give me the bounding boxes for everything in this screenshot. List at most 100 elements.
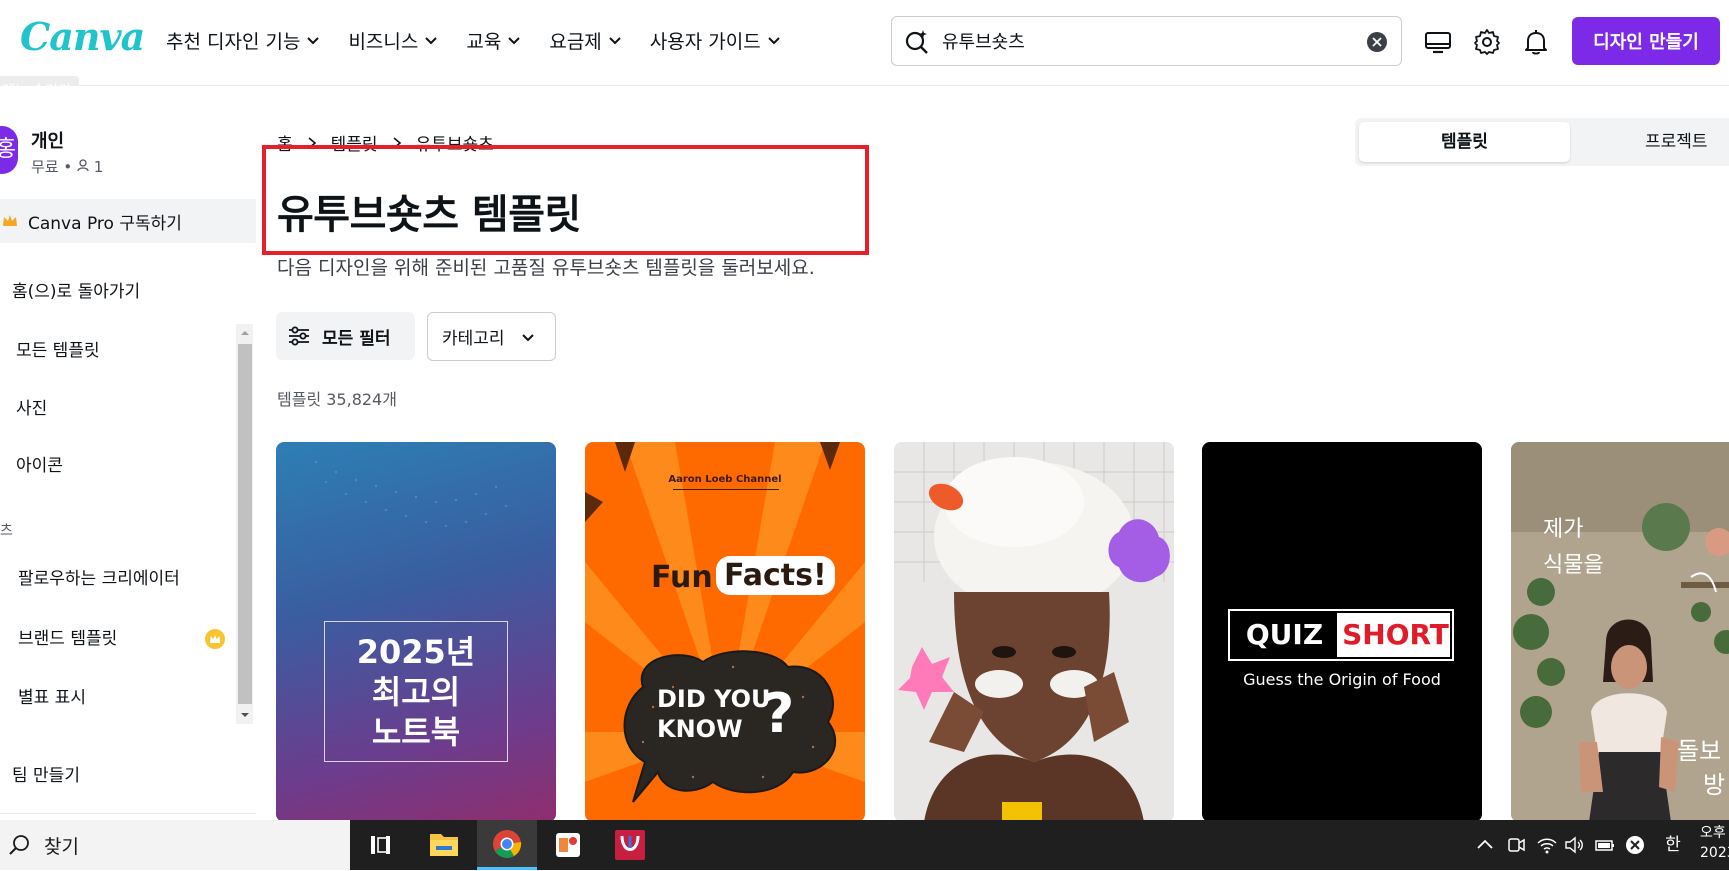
subscribe-pro-label: Canva Pro 구독하기 (28, 213, 182, 234)
card-headline-pill: Facts! (716, 556, 835, 595)
taskbar-search[interactable]: 찾기 (0, 820, 350, 870)
quiz-label: QUIZ (1232, 613, 1337, 657)
card-line: 노트북 (371, 713, 461, 751)
nav-label: 요금제 (549, 30, 602, 53)
chevron-down-icon (425, 37, 438, 45)
chevron-down-icon (521, 333, 534, 341)
chevron-up-icon[interactable] (1474, 834, 1496, 856)
channel-name: Aaron Loeb Channel (668, 474, 782, 485)
bell-icon[interactable] (1522, 28, 1550, 56)
top-navigation-bar: Canva 추천 디자인 기능 비즈니스 교육 요금제 사용자 가이드 유투브숏… (0, 0, 1729, 86)
nav-user-guide[interactable]: 사용자 가이드 (650, 26, 781, 54)
card-line: 방 (1703, 771, 1726, 799)
account-plan: 무료 • 1 (31, 156, 103, 177)
clock-time: 오후 (1700, 825, 1726, 841)
question-mark: ? (763, 682, 795, 745)
category-dropdown[interactable]: 카테고리 (427, 312, 556, 361)
sidebar-item-icons[interactable]: 아이콘 (16, 451, 63, 476)
page-subtitle: 다음 디자인을 위해 준비된 고품질 유투브숏츠 템플릿을 둘러보세요. (277, 257, 815, 279)
quiz-short-banner: QUIZ SHORT (1228, 609, 1454, 661)
clear-search-button[interactable] (1367, 32, 1387, 52)
battery-icon[interactable] (1594, 834, 1616, 856)
skincare-photo (894, 442, 1174, 820)
photo-app-icon[interactable] (538, 820, 598, 870)
sidebar-item-followed-creators[interactable]: 팔로우하는 크리에이터 (18, 564, 180, 589)
canva-logo[interactable]: Canva (20, 14, 145, 59)
card-line: 식물을 (1543, 553, 1604, 578)
card-text: 제가 식물을 (1543, 512, 1604, 584)
account-plan-label: 무료 • (31, 158, 77, 176)
nav-education[interactable]: 교육 (466, 26, 521, 54)
gear-icon[interactable] (1473, 28, 1501, 56)
card-line: 2025년 (356, 633, 476, 671)
taskbar-search-label: 찾기 (44, 835, 79, 858)
desktop-app-icon[interactable] (1424, 28, 1452, 56)
subscribe-pro-button[interactable]: Canva Pro 구독하기 (0, 199, 256, 243)
scroll-down-arrow-icon[interactable] (238, 708, 252, 722)
sliders-icon (289, 326, 309, 346)
member-count: 1 (93, 158, 104, 176)
clock-date: 2023 (1700, 845, 1729, 861)
card-line: 돌보 (1677, 737, 1722, 765)
meet-now-icon[interactable] (1505, 834, 1527, 856)
all-filters-button[interactable]: 모든 필터 (276, 312, 415, 360)
magic-search-icon (905, 30, 928, 54)
task-view-icon[interactable] (350, 820, 410, 870)
speaker-icon[interactable] (1563, 834, 1585, 856)
crown-icon (3, 215, 17, 226)
sidebar-create-team[interactable]: 팀 만들기 (12, 761, 80, 786)
nav-label: 비즈니스 (348, 30, 419, 53)
canva-app: Canva 추천 디자인 기능 비즈니스 교육 요금제 사용자 가이드 유투브숏… (0, 0, 1729, 820)
sidebar-item-all-templates[interactable]: 모든 템플릿 (16, 336, 100, 361)
sidebar-item-brand-templates[interactable]: 브랜드 템플릿 (18, 624, 117, 649)
tab-templates[interactable]: 템플릿 (1359, 122, 1570, 162)
sidebar: 홍 개인 무료 • 1 Canva Pro 구독하기 홈(으)로 돌아가기 모든… (0, 86, 256, 820)
windows-taskbar: 찾기 한 오후 2023 (0, 820, 1729, 870)
tab-projects[interactable]: 프로젝트 (1645, 122, 1708, 162)
card-line: 제가 (1543, 517, 1584, 542)
create-design-button[interactable]: 디자인 만들기 (1572, 17, 1720, 65)
template-card[interactable]: 제가 식물을 돌보 방 (1511, 442, 1729, 820)
close-circle-icon[interactable] (1624, 834, 1646, 856)
template-card[interactable] (894, 442, 1174, 820)
nav-featured-design[interactable]: 추천 디자인 기능 (166, 26, 320, 54)
channel-underline (673, 489, 779, 490)
highlight-annotation-box (262, 145, 869, 255)
template-card[interactable]: 2025년 최고의 노트북 (276, 442, 556, 820)
sidebar-section-heading: 츠 (0, 523, 13, 539)
card-text: 돌보 방 (1677, 734, 1725, 802)
nav-pricing[interactable]: 요금제 (549, 26, 621, 54)
template-card[interactable]: Aaron Loeb Channel Fun Facts! DID YOU KN… (585, 442, 865, 820)
account-name[interactable]: 개인 (31, 127, 64, 153)
chevron-down-icon (307, 37, 320, 45)
search-bar (891, 16, 1402, 66)
close-icon (1372, 37, 1382, 47)
search-input[interactable] (942, 30, 1342, 52)
wifi-icon[interactable] (1536, 834, 1558, 856)
nav-label: 교육 (466, 30, 502, 53)
search-icon (9, 835, 29, 855)
nav-label: 사용자 가이드 (649, 30, 761, 53)
clock[interactable]: 오후 2023 (1700, 823, 1729, 863)
sidebar-scrollbar-thumb[interactable] (238, 344, 252, 704)
chevron-down-icon (609, 37, 621, 45)
ime-indicator[interactable]: 한 (1662, 832, 1684, 858)
scroll-up-arrow-icon[interactable] (238, 326, 252, 340)
sidebar-item-photos[interactable]: 사진 (16, 394, 47, 419)
file-explorer-icon[interactable] (414, 820, 474, 870)
view-toggle: 템플릿 프로젝트 (1355, 118, 1729, 166)
card-text: 2025년 최고의 노트북 (324, 632, 508, 752)
crown-icon (210, 635, 220, 643)
nav-business[interactable]: 비즈니스 (348, 26, 438, 54)
card-subtitle: Guess the Origin of Food (1243, 670, 1441, 689)
sidebar-back-home[interactable]: 홈(으)로 돌아가기 (12, 277, 140, 302)
chevron-down-icon (508, 37, 521, 45)
avatar[interactable]: 홍 (0, 126, 18, 174)
app-icon[interactable] (600, 820, 660, 870)
chrome-taskbar-button[interactable] (477, 820, 537, 870)
card-line: KNOW (657, 715, 743, 743)
card-line: DID YOU (657, 685, 771, 713)
sidebar-item-starred[interactable]: 별표 표시 (18, 683, 86, 708)
template-card[interactable]: QUIZ SHORT Guess the Origin of Food (1202, 442, 1482, 820)
all-filters-label: 모든 필터 (322, 328, 391, 349)
